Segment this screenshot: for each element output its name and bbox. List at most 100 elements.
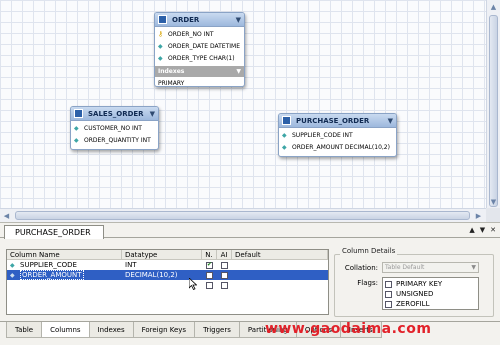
tab-table[interactable]: Table	[6, 322, 43, 338]
horizontal-scroll-thumb[interactable]	[15, 211, 470, 220]
table-title: PURCHASE_ORDER	[296, 116, 370, 125]
mouse-cursor-icon	[189, 278, 197, 290]
column-label: ORDER_AMOUNT DECIMAL(10,2)	[292, 143, 390, 151]
vertical-scrollbar[interactable]: ▲ ▼	[486, 0, 500, 222]
diamond-icon: ◆	[158, 54, 163, 62]
collapse-arrow-icon[interactable]: ▼	[388, 117, 393, 125]
header-auto-increment[interactable]: AI	[217, 250, 232, 259]
cell-not-null: ✔	[202, 261, 217, 269]
table-column[interactable]: ◆ ORDER_DATE DATETIME	[155, 40, 244, 52]
flag-zerofill[interactable]: ZEROFILL	[385, 299, 476, 309]
scroll-down-icon[interactable]: ▼	[480, 226, 485, 234]
column-details-group: Column Details Collation: Table Default …	[334, 247, 494, 317]
cell-column-name: ◆ SUPPLIER_CODE	[7, 261, 122, 269]
flag-label: ZEROFILL	[396, 300, 430, 308]
collapse-arrow-icon[interactable]: ▼	[150, 110, 155, 118]
header-not-null[interactable]: N.	[202, 250, 217, 259]
cell-auto-increment	[217, 271, 232, 279]
table-card-order[interactable]: ORDER ▼ ⚷ ORDER_NO INT ◆ ORDER_DATE DATE…	[154, 12, 245, 87]
columns-grid[interactable]: Column Name Datatype N. AI Default ◆ SUP…	[6, 249, 329, 315]
collapse-arrow-icon[interactable]: ▼	[236, 68, 241, 75]
table-column[interactable]: ◆ ORDER_QUANTITY INT	[71, 134, 158, 146]
editor-window-controls: ▲ ▼ ✕	[469, 226, 496, 234]
cell-auto-increment	[217, 281, 232, 289]
diamond-icon: ◆	[10, 261, 15, 269]
column-label: ORDER_QUANTITY INT	[84, 136, 151, 144]
cell-not-null	[202, 281, 217, 289]
table-card-sales-order[interactable]: SALES_ORDER ▼ ◆ CUSTOMER_NO INT ◆ ORDER_…	[70, 106, 159, 150]
column-label: SUPPLIER_CODE INT	[292, 131, 353, 139]
table-column[interactable]: ◆ ORDER_TYPE CHAR(1)	[155, 52, 244, 64]
unsigned-checkbox[interactable]	[385, 290, 392, 298]
flag-primary-key[interactable]: PRIMARY KEY	[385, 279, 476, 289]
not-null-checkbox[interactable]	[206, 271, 213, 279]
scrollbar-corner	[486, 208, 500, 222]
scroll-right-icon[interactable]: ▶	[472, 209, 485, 222]
indexes-header[interactable]: Indexes ▼	[155, 66, 244, 77]
auto-increment-checkbox[interactable]	[221, 261, 228, 269]
vertical-scroll-thumb[interactable]	[489, 15, 498, 207]
table-column[interactable]: ⚷ ORDER_NO INT	[155, 28, 244, 40]
flag-label: PRIMARY KEY	[396, 280, 443, 288]
not-null-checkbox[interactable]: ✔	[206, 261, 213, 269]
diamond-icon: ◆	[10, 271, 15, 279]
header-column-name[interactable]: Column Name	[7, 250, 122, 259]
table-icon	[158, 15, 167, 24]
flag-unsigned[interactable]: UNSIGNED	[385, 289, 476, 299]
column-label: CUSTOMER_NO INT	[84, 124, 142, 132]
column-label: ORDER_TYPE CHAR(1)	[168, 54, 235, 62]
close-icon[interactable]: ✕	[490, 226, 496, 234]
column-label: ORDER_NO INT	[168, 30, 214, 38]
tab-columns[interactable]: Columns	[41, 322, 90, 338]
column-details-legend: Column Details	[340, 247, 398, 255]
table-card-header[interactable]: SALES_ORDER ▼	[71, 107, 158, 121]
column-name-value[interactable]: ORDER_AMOUNT	[20, 270, 84, 280]
table-title: ORDER	[172, 15, 200, 24]
scroll-left-icon[interactable]: ◀	[0, 209, 13, 222]
table-row-empty[interactable]	[7, 280, 328, 290]
flags-list: PRIMARY KEY UNSIGNED ZEROFILL	[382, 277, 479, 310]
watermark-text: www.gaodaima.com	[265, 321, 432, 337]
column-name-value[interactable]: SUPPLIER_CODE	[20, 261, 77, 269]
table-title: SALES_ORDER	[88, 109, 144, 118]
index-item[interactable]: PRIMARY	[155, 77, 244, 86]
table-card-header[interactable]: PURCHASE_ORDER ▼	[279, 114, 396, 128]
tab-foreign-keys[interactable]: Foreign Keys	[132, 322, 196, 338]
diamond-icon: ◆	[74, 124, 79, 132]
auto-increment-checkbox[interactable]	[221, 271, 228, 279]
header-datatype[interactable]: Datatype	[122, 250, 202, 259]
diagram-canvas[interactable]: ORDER ▼ ⚷ ORDER_NO INT ◆ ORDER_DATE DATE…	[0, 0, 486, 208]
primary-key-checkbox[interactable]	[385, 280, 392, 288]
table-column[interactable]: ◆ CUSTOMER_NO INT	[71, 122, 158, 134]
auto-increment-checkbox[interactable]	[221, 281, 228, 289]
collapse-arrow-icon[interactable]: ▼	[236, 16, 241, 24]
editor-tab-label: PURCHASE_ORDER	[15, 228, 91, 237]
collation-row: Collation: Table Default ▼	[336, 262, 479, 273]
not-null-checkbox[interactable]	[206, 281, 213, 289]
table-card-header[interactable]: ORDER ▼	[155, 13, 244, 27]
cell-column-name: ◆ ORDER_AMOUNT	[7, 270, 122, 280]
scroll-down-icon[interactable]: ▼	[487, 195, 500, 208]
indexes-label: Indexes	[158, 68, 185, 75]
scroll-up-icon[interactable]: ▲	[469, 226, 474, 234]
cell-not-null	[202, 271, 217, 279]
collation-value: Table Default	[385, 264, 425, 271]
flags-row: Flags: PRIMARY KEY UNSIGNED ZEROFILL	[336, 277, 479, 310]
column-label: ORDER_DATE DATETIME	[168, 42, 240, 50]
table-column[interactable]: ◆ SUPPLIER_CODE INT	[279, 129, 396, 141]
flag-label: UNSIGNED	[396, 290, 434, 298]
editor-tab-purchase-order[interactable]: PURCHASE_ORDER	[4, 225, 104, 239]
datatype-value[interactable]: INT	[122, 261, 202, 269]
diamond-icon: ◆	[74, 136, 79, 144]
table-card-purchase-order[interactable]: PURCHASE_ORDER ▼ ◆ SUPPLIER_CODE INT ◆ O…	[278, 113, 397, 157]
table-row[interactable]: ◆ SUPPLIER_CODE INT ✔	[7, 260, 328, 270]
table-column[interactable]: ◆ ORDER_AMOUNT DECIMAL(10,2)	[279, 141, 396, 153]
tab-indexes[interactable]: Indexes	[88, 322, 134, 338]
horizontal-scrollbar[interactable]: ◀ ▶	[0, 208, 486, 222]
table-icon	[282, 116, 291, 125]
scroll-up-icon[interactable]: ▲	[487, 0, 500, 13]
collation-select[interactable]: Table Default ▼	[382, 262, 479, 273]
header-default[interactable]: Default	[232, 250, 328, 259]
tab-triggers[interactable]: Triggers	[194, 322, 240, 338]
zerofill-checkbox[interactable]	[385, 300, 392, 308]
